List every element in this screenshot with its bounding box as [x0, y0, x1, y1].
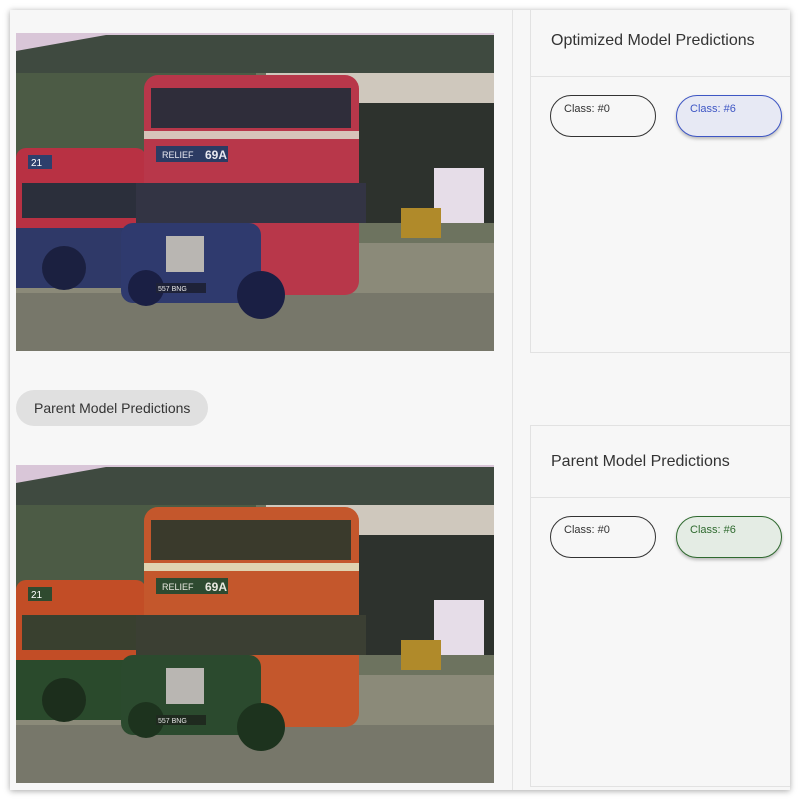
- bus-plate: 557 BNG: [158, 286, 187, 293]
- class-6-chip[interactable]: Class: #6: [676, 516, 782, 558]
- bus-destination-sign: RELIEF: [162, 582, 194, 592]
- optimized-predictions-panel: Optimized Model Predictions Class: #0 Cl…: [530, 10, 790, 353]
- parent-prediction-image: 21 RELIEF 69A 557 BNG: [16, 465, 494, 783]
- bus-photo-optimized: 21 RELIEF 69A 557 BNG: [16, 33, 494, 351]
- column-divider: [512, 10, 513, 790]
- optimized-prediction-image: 21 RELIEF 69A 557 BNG: [16, 33, 494, 351]
- class-0-chip[interactable]: Class: #0: [550, 516, 656, 558]
- panel-title: Optimized Model Predictions: [531, 10, 790, 77]
- parent-predictions-panel: Parent Model Predictions Class: #0 Class…: [530, 425, 790, 787]
- class-chip-group: Class: #0 Class: #6: [531, 77, 790, 137]
- class-chip-group: Class: #0 Class: #6: [531, 498, 790, 558]
- panel-title: Parent Model Predictions: [531, 426, 790, 498]
- predictions-view: 21 RELIEF 69A 557 BNG Parent Model Predi…: [10, 10, 790, 790]
- bus-route-number: 69A: [205, 580, 227, 594]
- class-6-chip[interactable]: Class: #6: [676, 95, 782, 137]
- rear-route-number: 21: [31, 590, 43, 601]
- bus-route-number: 69A: [205, 148, 227, 162]
- bus-plate: 557 BNG: [158, 718, 187, 725]
- parent-model-predictions-chip[interactable]: Parent Model Predictions: [16, 390, 209, 426]
- rear-route-number: 21: [31, 158, 43, 169]
- class-0-chip[interactable]: Class: #0: [550, 95, 656, 137]
- bus-destination-sign: RELIEF: [162, 150, 194, 160]
- bus-photo-parent: 21 RELIEF 69A 557 BNG: [16, 465, 494, 783]
